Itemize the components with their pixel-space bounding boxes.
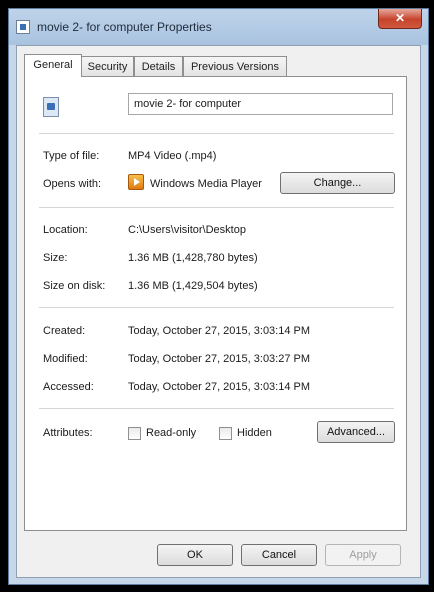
document-icon xyxy=(16,20,30,34)
modified-label: Modified: xyxy=(43,353,88,365)
windows-media-player-icon xyxy=(128,174,144,190)
size-label: Size: xyxy=(43,252,68,264)
general-panel: movie 2- for computer Type of file: MP4 … xyxy=(24,76,407,531)
video-file-icon xyxy=(43,97,59,117)
separator xyxy=(39,408,394,409)
accessed-label: Accessed: xyxy=(43,381,94,393)
tab-general[interactable]: General xyxy=(24,54,82,77)
cancel-button[interactable]: Cancel xyxy=(241,544,317,566)
tab-previous-versions[interactable]: Previous Versions xyxy=(183,56,287,76)
separator xyxy=(39,133,394,134)
read-only-checkbox[interactable] xyxy=(128,427,141,440)
dialog-body: General Security Details Previous Versio… xyxy=(16,45,421,578)
modified-value: Today, October 27, 2015, 3:03:27 PM xyxy=(128,353,311,365)
advanced-button[interactable]: Advanced... xyxy=(317,421,395,443)
separator xyxy=(39,307,394,308)
location-value: C:\Users\visitor\Desktop xyxy=(128,224,246,236)
tab-security[interactable]: Security xyxy=(81,56,134,76)
properties-window: movie 2- for computer Properties ✕ Gener… xyxy=(8,8,429,585)
size-on-disk-label: Size on disk: xyxy=(43,280,106,292)
change-button[interactable]: Change... xyxy=(280,172,395,194)
size-on-disk-value: 1.36 MB (1,429,504 bytes) xyxy=(128,280,258,292)
title-bar[interactable]: movie 2- for computer Properties ✕ xyxy=(9,9,428,45)
type-of-file-value: MP4 Video (.mp4) xyxy=(128,150,217,162)
created-label: Created: xyxy=(43,325,86,337)
read-only-label: Read-only xyxy=(146,427,197,439)
tab-details[interactable]: Details xyxy=(134,56,183,76)
separator xyxy=(39,207,394,208)
attributes-label: Attributes: xyxy=(43,427,93,439)
location-label: Location: xyxy=(43,224,88,236)
accessed-value: Today, October 27, 2015, 3:03:14 PM xyxy=(128,381,311,393)
file-name-input[interactable]: movie 2- for computer xyxy=(128,93,393,115)
opens-with-value: Windows Media Player xyxy=(150,178,262,190)
window-title: movie 2- for computer Properties xyxy=(37,20,212,34)
ok-button[interactable]: OK xyxy=(157,544,233,566)
hidden-checkbox[interactable] xyxy=(219,427,232,440)
hidden-label: Hidden xyxy=(237,427,272,439)
type-of-file-label: Type of file: xyxy=(43,150,100,162)
size-value: 1.36 MB (1,428,780 bytes) xyxy=(128,252,258,264)
apply-button[interactable]: Apply xyxy=(325,544,401,566)
opens-with-label: Opens with: xyxy=(43,178,102,190)
close-button[interactable]: ✕ xyxy=(378,9,422,29)
created-value: Today, October 27, 2015, 3:03:14 PM xyxy=(128,325,311,337)
